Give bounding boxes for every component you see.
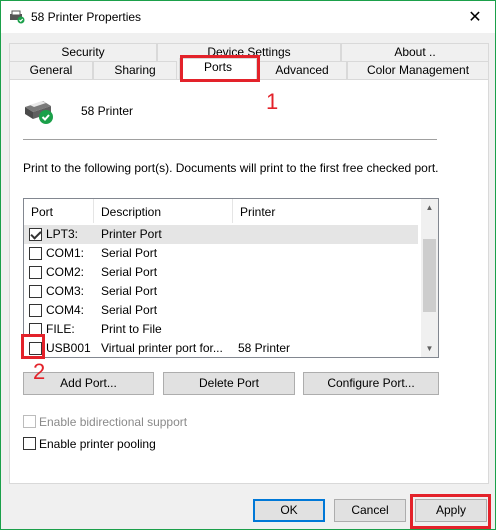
port-row-com2[interactable]: COM2: Serial Port xyxy=(24,263,418,282)
column-header-description[interactable]: Description xyxy=(94,199,233,223)
annotation-number-2: 2 xyxy=(33,359,46,384)
apply-button-highlight xyxy=(410,494,491,529)
cancel-button[interactable]: Cancel xyxy=(334,499,406,522)
scroll-down-icon[interactable]: ▼ xyxy=(421,340,438,357)
ports-instructions: Print to the following port(s). Document… xyxy=(23,161,439,175)
port-name: COM2: xyxy=(46,265,85,279)
printer-icon xyxy=(10,10,25,24)
port-row-usb001[interactable]: USB001 Virtual printer port for... 58 Pr… xyxy=(24,339,418,357)
port-name: COM1: xyxy=(46,246,85,260)
usb001-checkbox-highlight xyxy=(21,334,45,359)
printer-with-check-icon xyxy=(25,101,53,124)
ports-list-scrollbar[interactable]: ▲ ▼ xyxy=(421,199,438,357)
port-description: Printer Port xyxy=(101,227,162,241)
printer-name: 58 Printer xyxy=(81,104,134,118)
port-name: USB001 xyxy=(46,341,91,355)
close-icon: ✕ xyxy=(468,9,482,26)
port-checkbox[interactable] xyxy=(29,304,42,317)
separator xyxy=(23,139,437,140)
port-name: COM4: xyxy=(46,303,85,317)
port-row-com1[interactable]: COM1: Serial Port xyxy=(24,244,418,263)
properties-dialog: 58 Printer Properties ✕ Security Device … xyxy=(0,0,496,530)
window-title: 58 Printer Properties xyxy=(31,10,142,24)
delete-port-button[interactable]: Delete Port xyxy=(163,372,295,395)
port-description: Serial Port xyxy=(101,246,158,260)
tab-advanced[interactable]: Advanced xyxy=(257,61,347,79)
bidirectional-checkbox xyxy=(23,415,36,428)
scroll-up-icon[interactable]: ▲ xyxy=(421,199,438,216)
ports-list-header: Port Description Printer xyxy=(24,199,421,223)
configure-port-button[interactable]: Configure Port... xyxy=(303,372,439,395)
title-bar: 58 Printer Properties ✕ xyxy=(1,1,495,33)
ports-list[interactable]: Port Description Printer LPT3: Printer P… xyxy=(23,198,439,358)
printer-pooling-label: Enable printer pooling xyxy=(39,437,156,451)
ports-tab-highlight xyxy=(180,55,260,82)
tab-general[interactable]: General xyxy=(9,61,93,79)
port-checkbox[interactable] xyxy=(29,285,42,298)
port-description: Print to File xyxy=(101,322,162,336)
scrollbar-thumb[interactable] xyxy=(423,239,436,312)
tab-about[interactable]: About .. xyxy=(341,43,489,61)
port-row-lpt3[interactable]: LPT3: Printer Port xyxy=(24,225,418,244)
column-header-port[interactable]: Port xyxy=(24,199,94,223)
column-header-printer[interactable]: Printer xyxy=(233,199,421,223)
port-name: LPT3: xyxy=(46,227,79,241)
annotation-number-1: 1 xyxy=(266,89,279,114)
port-row-com3[interactable]: COM3: Serial Port xyxy=(24,282,418,301)
port-checkbox[interactable] xyxy=(29,266,42,279)
printer-pooling-checkbox[interactable] xyxy=(23,437,36,450)
close-button[interactable]: ✕ xyxy=(455,1,495,33)
bidirectional-label: Enable bidirectional support xyxy=(39,415,188,429)
port-name: FILE: xyxy=(46,322,75,336)
port-description: Virtual printer port for... xyxy=(101,341,223,355)
port-printer: 58 Printer xyxy=(238,341,291,355)
tab-sharing[interactable]: Sharing xyxy=(93,61,177,79)
port-checkbox[interactable] xyxy=(29,247,42,260)
port-row-file[interactable]: FILE: Print to File xyxy=(24,320,418,339)
port-description: Serial Port xyxy=(101,303,158,317)
port-row-com4[interactable]: COM4: Serial Port xyxy=(24,301,418,320)
port-checkbox[interactable] xyxy=(29,228,42,241)
tab-color-management[interactable]: Color Management xyxy=(347,61,489,79)
ok-button[interactable]: OK xyxy=(253,499,325,522)
tab-security[interactable]: Security xyxy=(9,43,157,61)
port-name: COM3: xyxy=(46,284,85,298)
port-description: Serial Port xyxy=(101,284,158,298)
port-description: Serial Port xyxy=(101,265,158,279)
